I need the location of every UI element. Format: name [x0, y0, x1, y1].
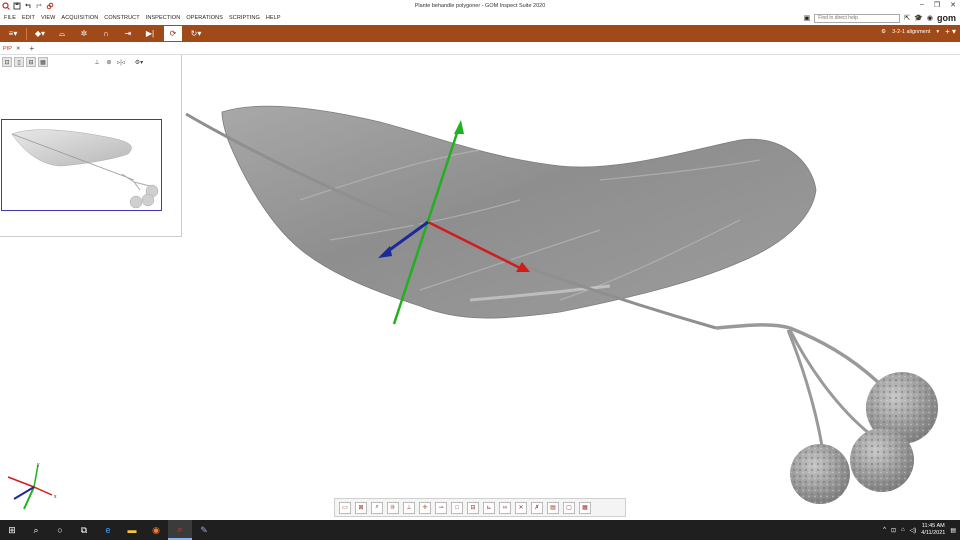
report-icon[interactable]: ▤ — [547, 501, 559, 514]
create-point-icon[interactable]: ◆▾ — [29, 26, 51, 41]
menu-view[interactable]: VIEW — [41, 15, 55, 21]
pip-panel: ⊡ ▯ ⊟ ▦ ⊥ ⊛ ▹|◃ ⚙▾ — [0, 55, 182, 237]
pip-view-icon[interactable]: ⊡ — [2, 57, 12, 67]
leaf-blade — [221, 105, 817, 319]
zoom-select-icon[interactable]: ⌕ — [371, 501, 383, 514]
magnet-icon[interactable]: ∩ — [95, 26, 117, 41]
recalculate-icon[interactable]: ⟳ — [164, 26, 182, 41]
pip-frame-icon[interactable]: ▯ — [14, 57, 24, 67]
box-icon[interactable]: □ — [451, 501, 463, 514]
start-icon[interactable]: ⊞ — [0, 520, 24, 540]
academy-icon[interactable]: 🎓 — [914, 14, 923, 22]
tab-strip: PIP ✕ + — [0, 43, 960, 55]
comment-icon[interactable]: ▢ — [563, 501, 575, 514]
window-title: Plante behandle polygoner - GOM Inspect … — [414, 3, 546, 9]
add-icon[interactable]: + ▾ — [945, 27, 956, 36]
window-controls: – ❐ ✕ — [920, 1, 956, 9]
measure-icon[interactable]: ⊾ — [483, 501, 495, 514]
notifications-icon[interactable]: ▤ — [950, 527, 956, 534]
pip-toolbar: ⊡ ▯ ⊟ ▦ ⊥ ⊛ ▹|◃ ⚙▾ — [0, 55, 181, 69]
view-orientation-triad: y x — [7, 462, 57, 510]
minimize-icon[interactable]: – — [920, 1, 924, 9]
import-icon[interactable]: ⇥ — [117, 26, 139, 41]
network-icon[interactable]: ⌂ — [901, 527, 905, 533]
section-icon[interactable]: ⊸ — [435, 501, 447, 514]
gift-icon[interactable]: ▣ — [804, 14, 811, 22]
chevron-down-icon[interactable]: ▾ — [936, 29, 939, 35]
grid-tool-icon[interactable]: ▦ — [579, 501, 591, 514]
menu-scripting[interactable]: SCRIPTING — [229, 15, 260, 21]
restore-icon[interactable]: ❐ — [934, 1, 940, 9]
align-icon[interactable]: ✛ — [419, 501, 431, 514]
clock[interactable]: 11:45 AM 4/11/2021 — [921, 523, 945, 537]
main-toolbar: ≡▾ ◆▾ ⌓ ✲ ∩ ⇥ ▶| ⟳ ↻▾ ⚙ 3-2-1 alignment … — [0, 25, 960, 42]
mesh-icon[interactable]: ✲ — [73, 26, 95, 41]
toolbar-separator — [26, 27, 27, 40]
menu-operations[interactable]: OPERATIONS — [186, 15, 223, 21]
menu-acquisition[interactable]: ACQUISITION — [61, 15, 98, 21]
alignment-icon: ⚙ — [881, 28, 887, 35]
direct-help-search-input[interactable] — [814, 13, 901, 23]
alignment-label: 3-2-1 alignment — [892, 28, 931, 35]
cortana-icon[interactable]: ○ — [48, 520, 72, 540]
fruit-cluster — [790, 372, 938, 504]
surface-icon[interactable]: ⌓ — [51, 26, 73, 41]
tray-overflow-icon[interactable]: ^ — [883, 527, 886, 533]
refresh-icon[interactable]: ↻▾ — [185, 26, 207, 41]
menu-help[interactable]: HELP — [266, 15, 281, 21]
add-tab-icon[interactable]: + — [29, 44, 34, 53]
clipping-icon[interactable]: ⊪ — [387, 501, 399, 514]
link-tool-icon[interactable]: ∞ — [499, 501, 511, 514]
gom-inspect-taskbar-icon[interactable]: ⌕ — [168, 520, 192, 540]
clock-time: 11:45 AM — [921, 523, 945, 529]
play-icon[interactable]: ▶| — [139, 26, 161, 41]
pip-axis-icon[interactable]: ⊥ — [92, 57, 102, 67]
clock-date: 4/11/2021 — [921, 530, 946, 536]
menu-inspection[interactable]: INSPECTION — [146, 15, 181, 21]
paint-icon[interactable]: ✎ — [192, 520, 216, 540]
pip-leaf-thumbnail — [11, 129, 159, 209]
pip-preview[interactable] — [1, 119, 162, 211]
close-icon[interactable]: ✕ — [950, 1, 956, 9]
windows-taskbar: ⊞ ⌕ ○ ⧉ e ▬ ◉ ⌕ ✎ ^ ⊡ ⌂ ◁) 11:45 AM 4/11… — [0, 520, 960, 540]
menu-construct[interactable]: CONSTRUCT — [104, 15, 139, 21]
pip-settings-icon[interactable]: ⚙▾ — [134, 57, 144, 67]
firefox-icon[interactable]: ◉ — [144, 520, 168, 540]
cut-icon[interactable]: ⊟ — [467, 501, 479, 514]
title-bar: Plante behandle polygoner - GOM Inspect … — [0, 0, 960, 12]
select-all-icon[interactable]: ⊠ — [355, 501, 367, 514]
help-search-icon[interactable]: ⇱ — [904, 14, 910, 22]
gom-logo: gom — [937, 13, 956, 23]
view-toolbar: ▭ ⊠ ⌕ ⊪ ⊥ ✛ ⊸ □ ⊟ ⊾ ∞ ✕ ✗ ▤ ▢ ▦ — [334, 498, 626, 517]
delete-icon[interactable]: ✗ — [531, 501, 543, 514]
pip-mirror-icon[interactable]: ▹|◃ — [116, 57, 126, 67]
tray-app-icon[interactable]: ⊡ — [891, 527, 896, 534]
menu-file[interactable]: FILE — [4, 15, 16, 21]
select-surface-icon[interactable]: ▭ — [339, 501, 351, 514]
edge-icon[interactable]: e — [96, 520, 120, 540]
menu-edit[interactable]: EDIT — [22, 15, 35, 21]
close-tab-icon[interactable]: ✕ — [16, 46, 21, 52]
plane-icon[interactable]: ⊥ — [403, 501, 415, 514]
search-icon[interactable]: ⌕ — [24, 520, 48, 540]
pip-sphere-icon[interactable]: ⊛ — [104, 57, 114, 67]
cross-icon[interactable]: ✕ — [515, 501, 527, 514]
pip-split-icon[interactable]: ⊟ — [26, 57, 36, 67]
tab-label: PIP — [3, 45, 12, 52]
menu-bar: FILE EDIT VIEW ACQUISITION CONSTRUCT INS… — [0, 12, 960, 24]
file-explorer-icon[interactable]: ▬ — [120, 520, 144, 540]
hamburger-menu-icon[interactable]: ≡▾ — [2, 26, 24, 41]
svg-text:y: y — [37, 462, 40, 468]
pip-grid-icon[interactable]: ▦ — [38, 57, 48, 67]
svg-text:x: x — [54, 494, 57, 500]
system-tray: ^ ⊡ ⌂ ◁) 11:45 AM 4/11/2021 ▤ — [883, 520, 956, 540]
task-view-icon[interactable]: ⧉ — [72, 520, 96, 540]
tab-pip[interactable]: PIP ✕ — [0, 46, 23, 52]
leaf-mesh-render — [9, 105, 938, 511]
volume-icon[interactable]: ◁) — [910, 527, 917, 534]
3d-viewport[interactable] — [9, 55, 960, 519]
user-icon[interactable]: ◉ — [927, 14, 933, 22]
menu-right-tools: ▣ ⇱ 🎓 ◉ gom — [804, 13, 956, 23]
alignment-selector[interactable]: ⚙ 3-2-1 alignment ▾ + ▾ — [881, 27, 956, 36]
